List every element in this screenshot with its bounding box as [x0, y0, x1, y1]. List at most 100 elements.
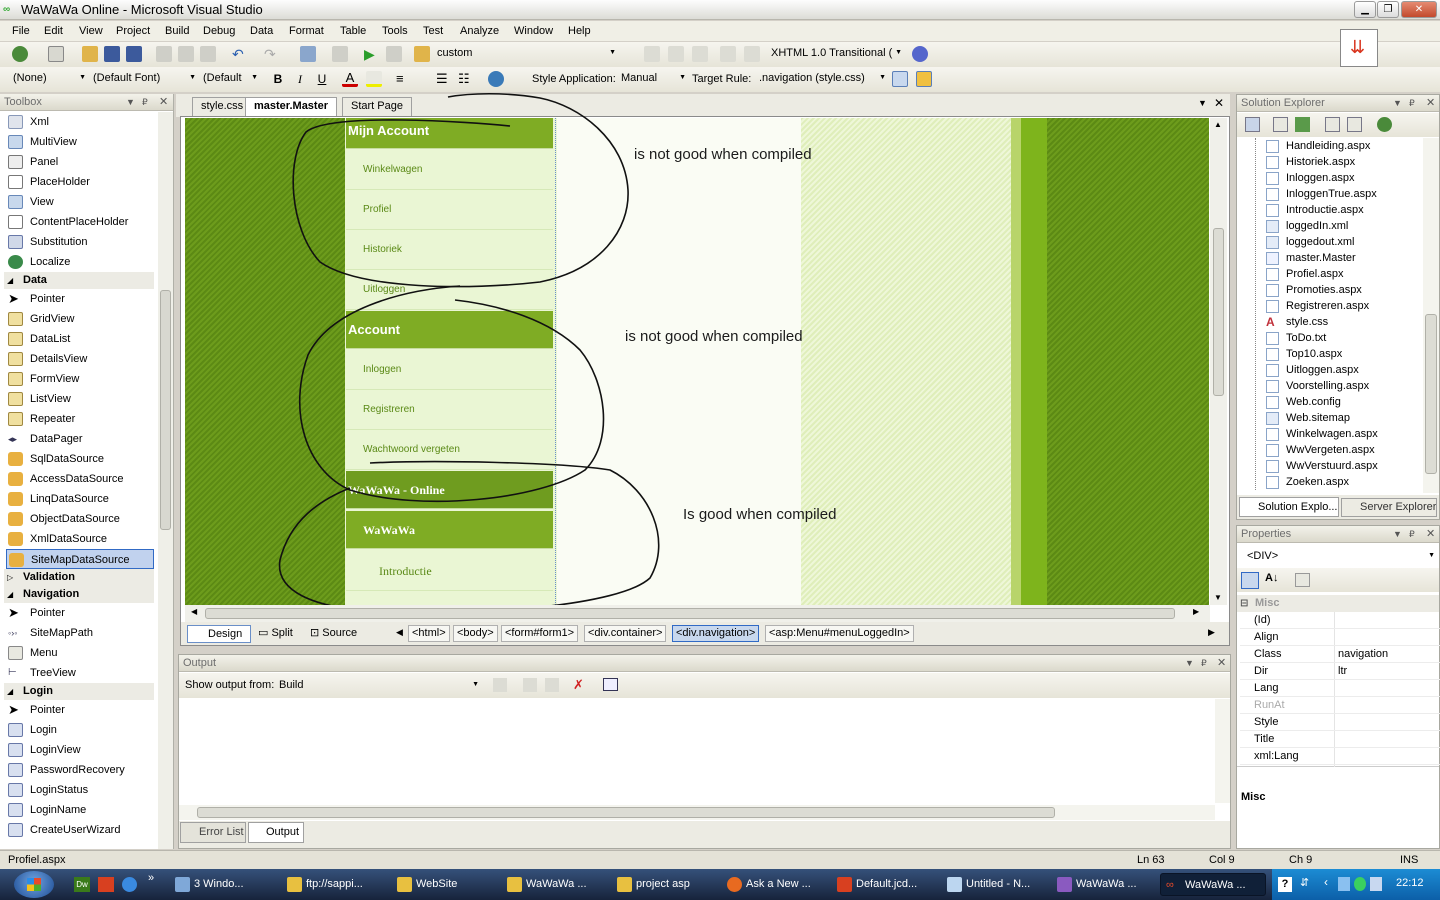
aspx-file-icon: [1266, 140, 1279, 153]
taskbar: Dw » 3 Windo... ftp://sappi... WebSite W…: [0, 869, 1440, 900]
show-all-files-icon[interactable]: [1273, 117, 1288, 132]
chevron-down-icon: ▼: [472, 681, 479, 688]
chevron-down-icon[interactable]: ▼: [1393, 526, 1402, 543]
prop-row-id[interactable]: (Id): [1240, 612, 1440, 629]
breadcrumb-form[interactable]: <form#form1>: [501, 625, 579, 642]
scrollbar-thumb[interactable]: [197, 807, 1055, 818]
taskbar-item-website[interactable]: WebSite: [392, 873, 498, 896]
taskbar-item-notepad[interactable]: Untitled - N...: [942, 873, 1048, 896]
prop-row-dir[interactable]: Dir ltr: [1240, 663, 1440, 680]
tab-error-list[interactable]: Error List: [180, 822, 246, 843]
help-icon[interactable]: ?: [1278, 877, 1292, 892]
pin-icon[interactable]: ₽: [1409, 95, 1415, 112]
source-view-tab[interactable]: ⊡ Source: [310, 627, 357, 640]
design-view-tab[interactable]: Design: [187, 625, 251, 643]
breadcrumb-right-icon[interactable]: ▶: [1208, 627, 1215, 638]
tray-expand-icon[interactable]: ⇵: [1300, 876, 1309, 889]
breadcrumb-left-icon[interactable]: ◀: [396, 627, 403, 638]
close-icon[interactable]: ✕: [1426, 95, 1435, 112]
taskbar-item-wawawa-vs[interactable]: WaWaWa ...: [1052, 873, 1154, 896]
properties-icon[interactable]: [1245, 117, 1260, 132]
output-source-combo[interactable]: Build ▼: [279, 677, 481, 695]
aspx-file-icon: [1266, 188, 1279, 201]
close-icon[interactable]: ✕: [1217, 655, 1226, 672]
asp-config-icon[interactable]: [1377, 117, 1392, 132]
firefox-icon: [727, 877, 742, 892]
breadcrumb-container[interactable]: <div.container>: [584, 625, 667, 642]
property-pages-icon[interactable]: [1295, 573, 1310, 587]
downloader-icon: [837, 877, 852, 892]
breadcrumb-navigation[interactable]: <div.navigation>: [672, 625, 760, 642]
taskbar-item-wawawa-active[interactable]: ∞ WaWaWa ...: [1160, 873, 1266, 896]
breadcrumb-menu[interactable]: <asp:Menu#menuLoggedIn>: [765, 625, 914, 642]
alphabetical-icon[interactable]: A↓: [1265, 572, 1278, 584]
status-char: Ch 9: [1289, 854, 1313, 866]
prop-row-class[interactable]: Class navigation: [1240, 646, 1440, 663]
find-message-icon[interactable]: [493, 678, 507, 692]
tray-collapse-icon[interactable]: ‹: [1324, 875, 1328, 889]
properties-toolbar: A↓: [1237, 568, 1439, 592]
dreamweaver-icon[interactable]: Dw: [74, 877, 90, 892]
clear-all-icon[interactable]: ✗: [573, 677, 584, 693]
taskbar-item-windows[interactable]: 3 Windo...: [170, 873, 276, 896]
word-wrap-icon[interactable]: [603, 678, 618, 691]
chevron-down-icon[interactable]: ▼: [1185, 655, 1194, 672]
output-horizontal-scrollbar[interactable]: [179, 805, 1215, 820]
categorized-icon[interactable]: [1241, 572, 1259, 589]
tab-server-explorer[interactable]: Server Explorer: [1341, 498, 1437, 517]
taskbar-item-default-jcd[interactable]: Default.jcd...: [832, 873, 938, 896]
folder-icon: [507, 877, 522, 892]
split-view-tab[interactable]: ▭ Split: [258, 627, 293, 640]
next-message-icon[interactable]: [545, 678, 559, 692]
prop-row-xml-lang[interactable]: xml:Lang: [1240, 748, 1440, 765]
properties-object-value: <DIV>: [1247, 550, 1279, 562]
tab-solution-explorer[interactable]: Solution Explo...: [1239, 497, 1339, 517]
scrollbar-thumb[interactable]: [205, 608, 1175, 619]
view-designer-icon[interactable]: [1347, 117, 1362, 132]
solution-explorer-scrollbar[interactable]: [1423, 138, 1439, 493]
pin-icon[interactable]: ₽: [1409, 526, 1415, 543]
breadcrumb-html[interactable]: <html>: [408, 625, 450, 642]
tab-output[interactable]: Output: [248, 822, 304, 843]
network-icon[interactable]: [1338, 877, 1350, 891]
aspx-file-icon: [1266, 444, 1279, 457]
quicklaunch-expand-icon[interactable]: »: [148, 872, 154, 884]
taskbar-item-firefox[interactable]: Ask a New ...: [722, 873, 828, 896]
prop-row-runat[interactable]: RunAt: [1240, 697, 1440, 714]
scroll-left-icon[interactable]: ◀: [191, 607, 197, 616]
output-source-value: Build: [279, 679, 304, 691]
taskbar-item-ftp[interactable]: ftp://sappi...: [282, 873, 388, 896]
scroll-right-icon[interactable]: ▶: [1193, 607, 1199, 616]
taskbar-item-wawawa-folder[interactable]: WaWaWa ...: [502, 873, 608, 896]
design-vertical-scrollbar[interactable]: ▲ ▼: [1210, 118, 1227, 605]
scroll-up-icon[interactable]: ▲: [1214, 120, 1222, 129]
prop-row-title[interactable]: Title: [1240, 731, 1440, 748]
prop-row-style[interactable]: Style: [1240, 714, 1440, 731]
quicklaunch-downloader-icon[interactable]: [98, 877, 114, 892]
taskbar-item-project-asp[interactable]: project asp: [612, 873, 718, 896]
output-vertical-scrollbar[interactable]: [1215, 699, 1230, 803]
refresh-icon[interactable]: [1295, 117, 1310, 132]
scroll-down-icon[interactable]: ▼: [1214, 593, 1222, 602]
design-horizontal-scrollbar[interactable]: ◀ ▶: [185, 605, 1210, 622]
quicklaunch-browser-icon[interactable]: [122, 877, 137, 892]
properties-object-combo[interactable]: <DIV> ▼: [1239, 546, 1437, 566]
aspx-file-icon: [1266, 428, 1279, 441]
security-icon[interactable]: [1354, 877, 1366, 891]
previous-message-icon[interactable]: [523, 678, 537, 692]
properties-category-misc[interactable]: ⊟ Misc: [1237, 595, 1439, 612]
prop-row-align[interactable]: Align: [1240, 629, 1440, 646]
close-icon[interactable]: ✕: [1426, 526, 1435, 543]
start-button[interactable]: [14, 871, 54, 898]
view-code-icon[interactable]: [1325, 117, 1340, 132]
scrollbar-thumb[interactable]: [1425, 314, 1437, 474]
infinity-icon: ∞: [1166, 879, 1174, 891]
breadcrumb-body[interactable]: <body>: [453, 625, 498, 642]
status-insert-mode: INS: [1400, 854, 1419, 866]
folder-icon: [617, 877, 632, 892]
volume-icon[interactable]: [1370, 877, 1382, 891]
chevron-down-icon[interactable]: ▼: [1393, 95, 1402, 112]
scrollbar-thumb[interactable]: [1213, 228, 1224, 396]
pin-icon[interactable]: ₽: [1201, 655, 1207, 672]
prop-row-lang[interactable]: Lang: [1240, 680, 1440, 697]
